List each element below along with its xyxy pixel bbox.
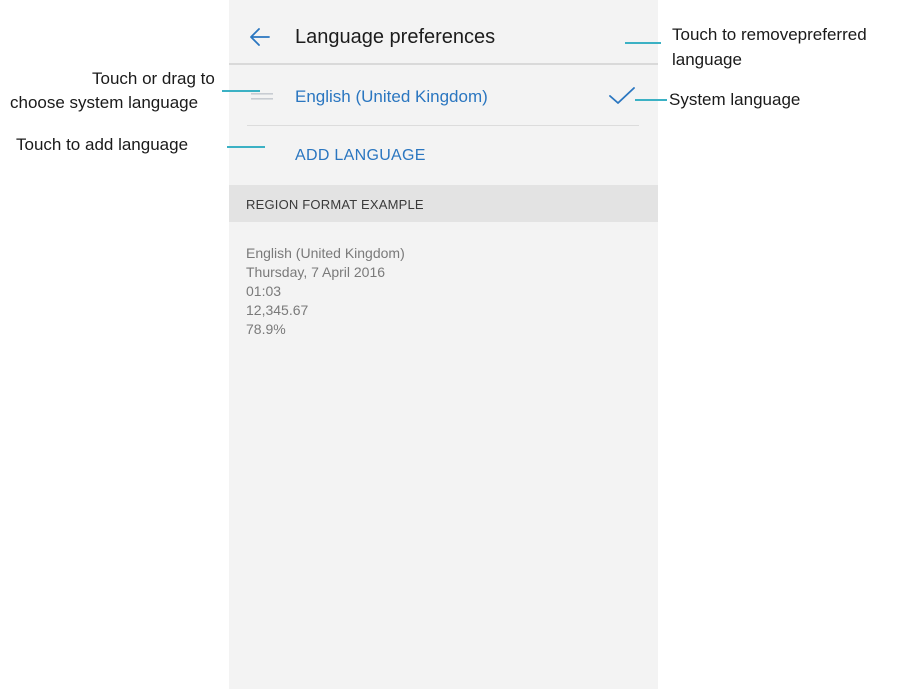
- example-time: 01:03: [246, 283, 282, 299]
- app-bar-divider: [229, 63, 658, 65]
- language-label: English (United Kingdom): [295, 87, 488, 106]
- drag-handle-icon[interactable]: [251, 90, 273, 104]
- checkmark-icon: [609, 86, 635, 106]
- callout-drag-line2: choose system language: [10, 93, 199, 112]
- language-list-item[interactable]: English (United Kingdom): [229, 68, 658, 126]
- example-percent: 78.9%: [246, 321, 286, 337]
- callout-system-leader: [635, 99, 667, 101]
- callout-remove-line2: language: [672, 50, 742, 69]
- example-language: English (United Kingdom): [246, 245, 405, 261]
- add-language-button[interactable]: ADD LANGUAGE: [295, 147, 426, 165]
- figure-canvas: Language preferences English (United Kin…: [0, 0, 904, 689]
- section-header-label: REGION FORMAT EXAMPLE: [246, 197, 424, 212]
- list-divider: [247, 125, 639, 126]
- region-format-example: English (United Kingdom) Thursday, 7 Apr…: [246, 244, 405, 339]
- callout-remove-leader: [625, 42, 661, 44]
- callout-system: System language: [669, 90, 801, 109]
- callout-add: Touch to add language: [16, 135, 189, 154]
- callout-drag-line1: Touch or drag to: [92, 69, 215, 88]
- app-bar: Language preferences: [229, 0, 658, 64]
- example-date: Thursday, 7 April 2016: [246, 264, 386, 280]
- phone-screen: Language preferences English (United Kin…: [229, 0, 658, 689]
- arrow-left-icon[interactable]: [248, 25, 272, 49]
- callout-remove-line1: Touch to removepreferred: [672, 25, 867, 44]
- example-number: 12,345.67: [246, 302, 309, 318]
- region-format-header: REGION FORMAT EXAMPLE: [229, 185, 658, 222]
- page-title: Language preferences: [295, 26, 496, 48]
- callout-add-leader: [227, 146, 265, 148]
- callout-drag-leader: [222, 90, 260, 92]
